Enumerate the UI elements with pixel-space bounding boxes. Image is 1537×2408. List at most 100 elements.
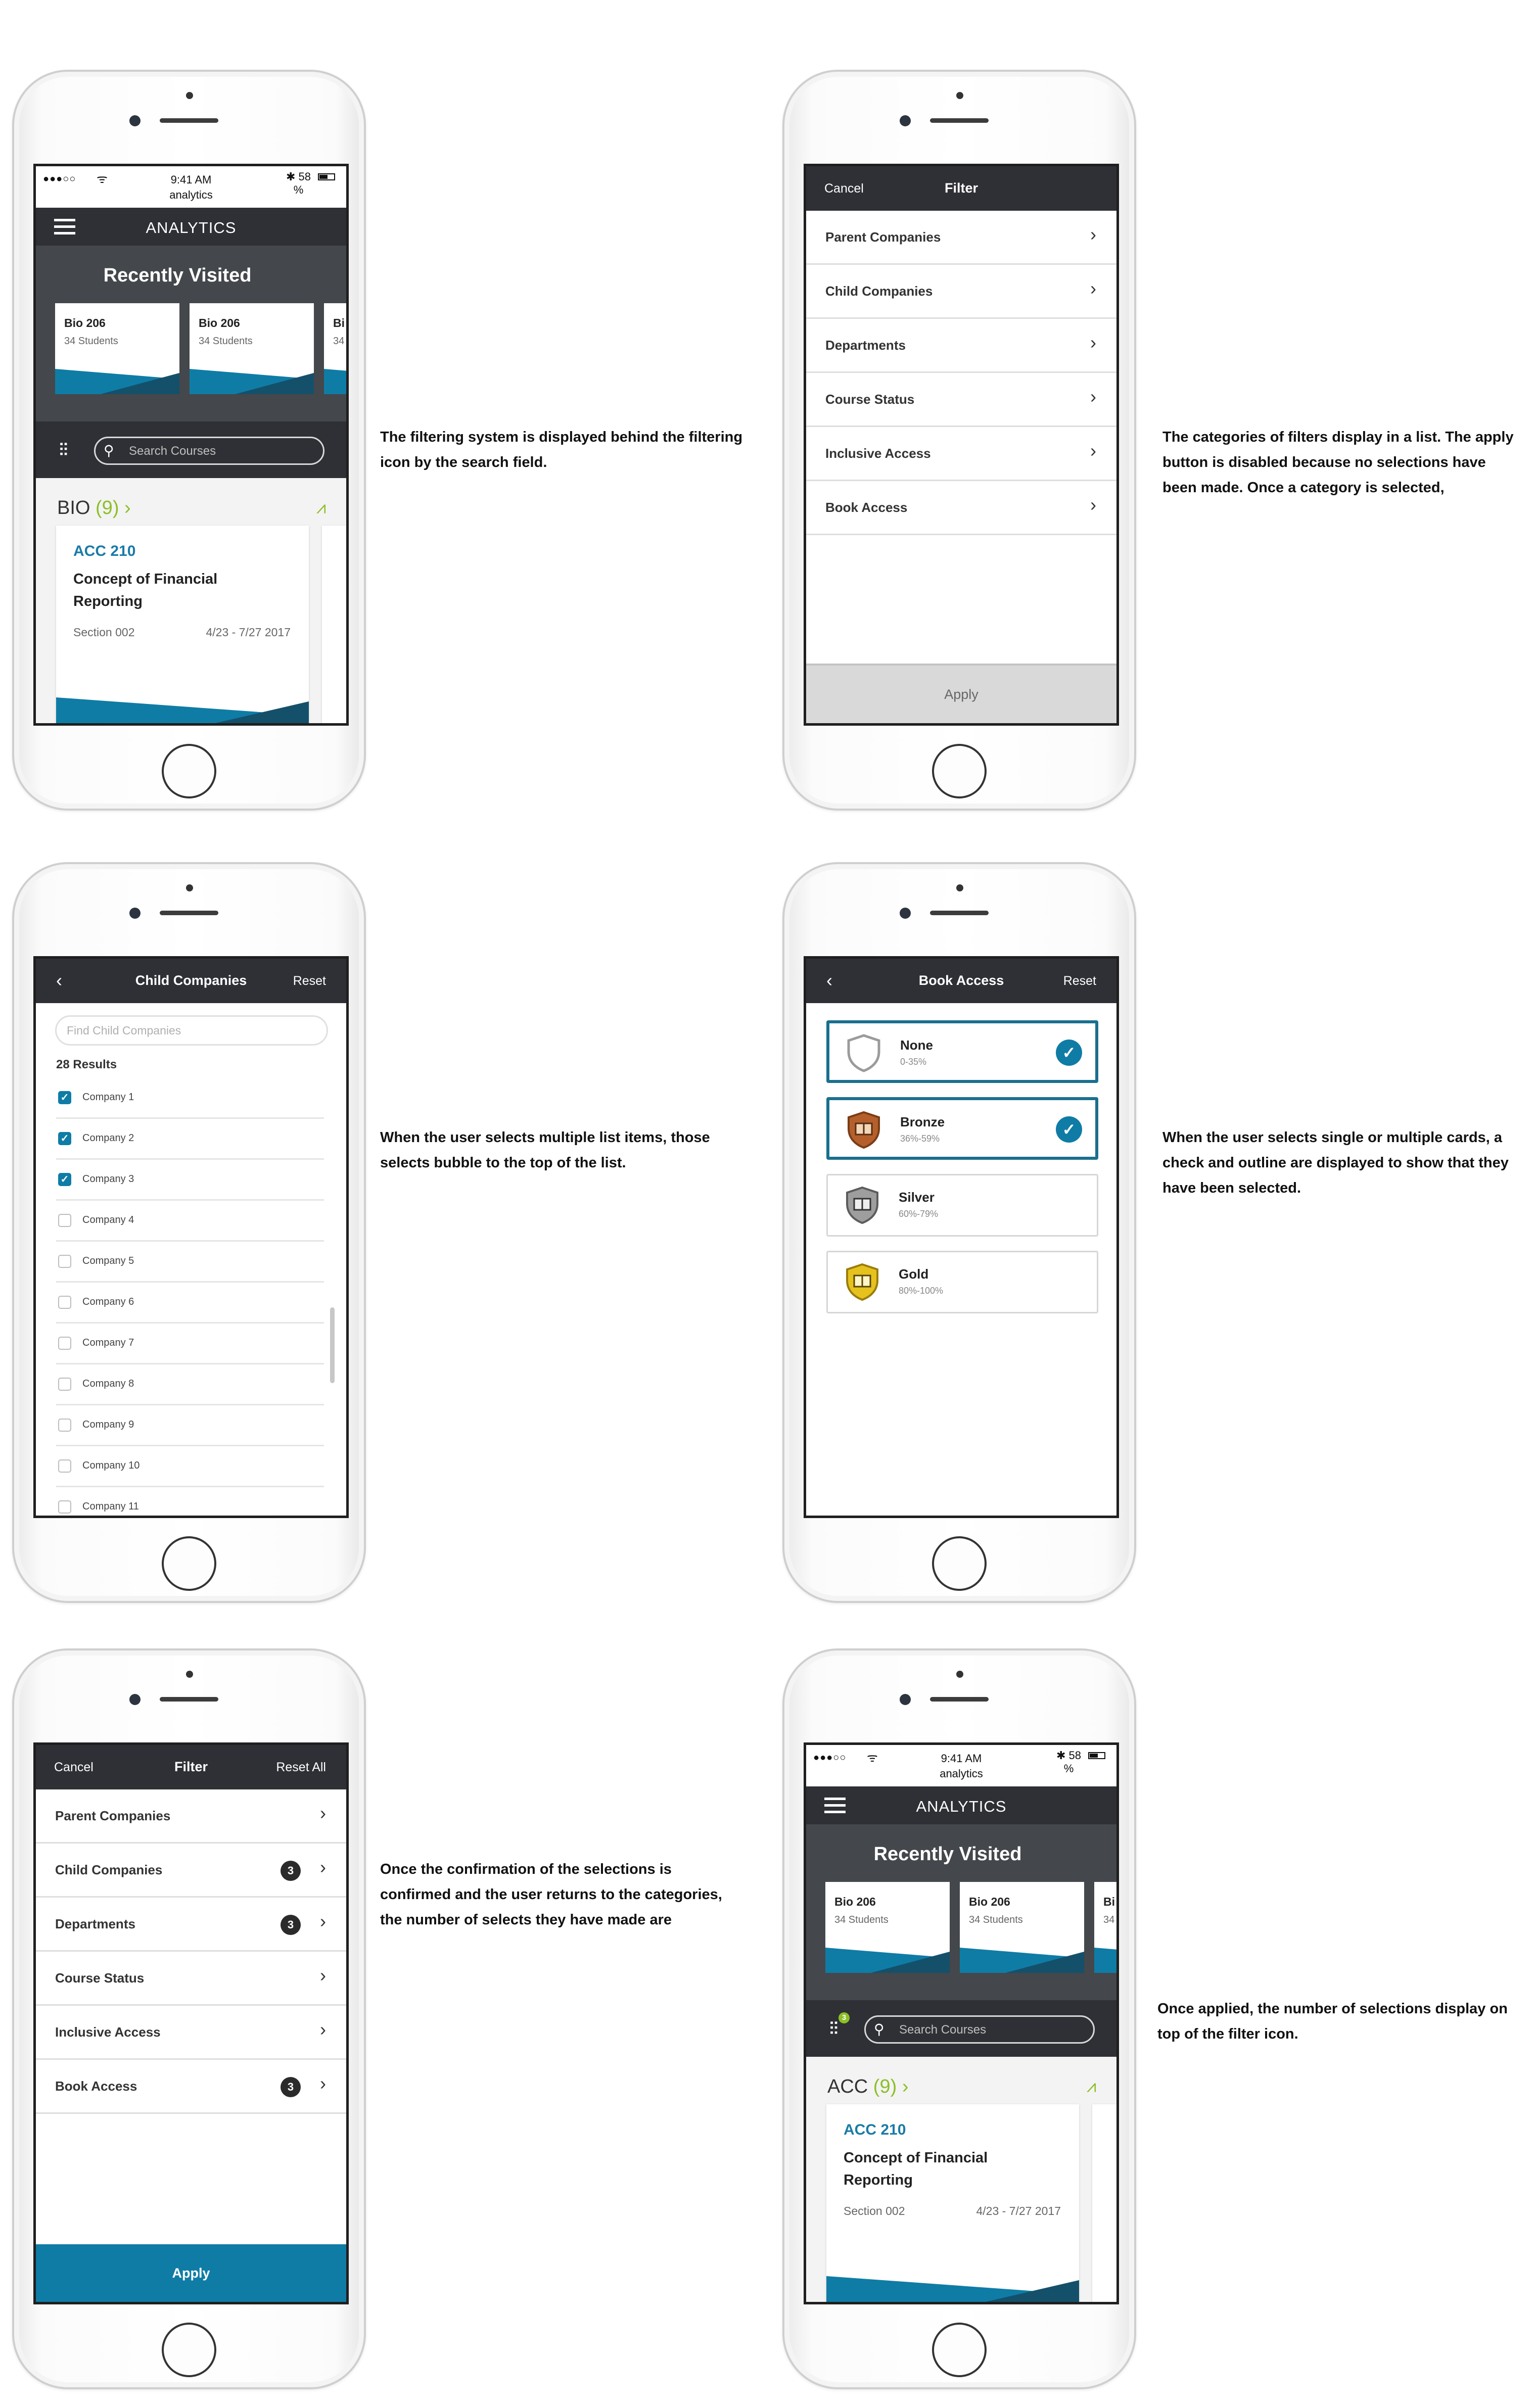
chevron-right-icon: › bbox=[1090, 278, 1096, 299]
company-list-item[interactable]: Company 5 bbox=[56, 1242, 324, 1283]
filter-category-row[interactable]: Child Companies 3 › bbox=[36, 1844, 346, 1898]
search-input[interactable]: ⚲ Search Courses bbox=[864, 2015, 1095, 2044]
company-name: Company 3 bbox=[82, 1173, 134, 1185]
chevron-right-icon: › bbox=[320, 1965, 326, 1986]
filter-category-row[interactable]: Departments 3 › bbox=[36, 1898, 346, 1952]
checkbox-unchecked[interactable] bbox=[58, 1459, 71, 1473]
company-list-item[interactable]: Company 4 bbox=[56, 1201, 324, 1242]
silver-shield-book-icon bbox=[846, 1186, 878, 1224]
checkbox-unchecked[interactable] bbox=[58, 1419, 71, 1432]
list-scrollbar[interactable] bbox=[330, 1307, 335, 1383]
recent-course-card[interactable]: Bio 206 34 Students bbox=[960, 1882, 1084, 1973]
filter-category-label: Course Status bbox=[825, 392, 915, 407]
course-card[interactable]: ACC 210 Concept of Financial Reporting S… bbox=[826, 2104, 1079, 2302]
course-group-label[interactable]: BIO (9) › bbox=[57, 497, 131, 519]
course-group-section: BIO (9) › ⩘ ACC 210 Concept of Financial… bbox=[36, 478, 346, 723]
earpiece-speaker bbox=[930, 1697, 989, 1702]
checkbox-unchecked[interactable] bbox=[58, 1214, 71, 1227]
course-dates: 4/23 - 7/27 2017 bbox=[206, 626, 291, 639]
reset-button[interactable]: Reset bbox=[293, 974, 326, 988]
filter-icon[interactable]: ⫶⫶ bbox=[829, 2019, 838, 2039]
reset-button[interactable]: Reset bbox=[1063, 974, 1096, 988]
checkbox-checked[interactable]: ✓ bbox=[58, 1173, 71, 1186]
course-group-label[interactable]: ACC (9) › bbox=[827, 2076, 908, 2098]
phone-mockup-4: ‹ Book Access Reset None 0-35% ✓ Bronze … bbox=[782, 862, 1136, 1603]
filter-category-label: Book Access bbox=[825, 500, 908, 515]
selection-count-badge: 3 bbox=[281, 1861, 301, 1881]
recent-course-card[interactable]: Bi 34 bbox=[1094, 1882, 1116, 1973]
selection-count-badge: 3 bbox=[281, 2077, 301, 2097]
company-list-item[interactable]: ✓ Company 1 bbox=[56, 1078, 324, 1119]
recently-visited-heading: Recently Visited bbox=[873, 1844, 1022, 1865]
battery-icon bbox=[318, 173, 335, 180]
search-icon: ⚲ bbox=[874, 2021, 884, 2037]
filter-category-row[interactable]: Course Status › bbox=[36, 1952, 346, 2006]
checkbox-unchecked[interactable] bbox=[58, 1500, 71, 1514]
filter-category-row[interactable]: Course Status › bbox=[806, 373, 1116, 427]
book-access-card-bronze[interactable]: Bronze 36%-59% ✓ bbox=[826, 1097, 1098, 1160]
company-list-item[interactable]: ✓ Company 3 bbox=[56, 1160, 324, 1201]
company-name: Company 10 bbox=[82, 1460, 140, 1471]
filter-category-row[interactable]: Inclusive Access › bbox=[36, 2006, 346, 2060]
trend-chart-icon[interactable]: ⩘ bbox=[316, 498, 326, 518]
front-camera bbox=[900, 115, 911, 126]
search-placeholder: Search Courses bbox=[899, 2023, 987, 2037]
apply-button-disabled[interactable]: Apply bbox=[806, 664, 1116, 723]
company-list-item[interactable]: Company 7 bbox=[56, 1324, 324, 1364]
course-card-peek[interactable] bbox=[322, 526, 346, 723]
chevron-right-icon: › bbox=[1090, 332, 1096, 353]
sensor-dot bbox=[186, 92, 193, 99]
filter-category-row[interactable]: Book Access 3 › bbox=[36, 2060, 346, 2114]
filter-category-label: Book Access bbox=[55, 2079, 137, 2094]
checkbox-unchecked[interactable] bbox=[58, 1337, 71, 1350]
apply-button[interactable]: Apply bbox=[36, 2244, 346, 2302]
filter-category-label: Child Companies bbox=[825, 284, 933, 299]
filter-title: Filter bbox=[944, 180, 978, 196]
filter-category-row[interactable]: Child Companies › bbox=[806, 265, 1116, 319]
checkbox-unchecked[interactable] bbox=[58, 1378, 71, 1391]
sensor-dot bbox=[956, 1671, 963, 1678]
search-input[interactable]: ⚲ Search Courses bbox=[94, 437, 324, 465]
checkbox-checked[interactable]: ✓ bbox=[58, 1091, 71, 1104]
filter-category-row[interactable]: Parent Companies › bbox=[806, 211, 1116, 265]
company-list-item[interactable]: Company 8 bbox=[56, 1364, 324, 1405]
course-card-peek[interactable] bbox=[1092, 2104, 1116, 2302]
filter-category-row[interactable]: Inclusive Access › bbox=[806, 427, 1116, 481]
recent-course-card[interactable]: Bio 206 34 Students bbox=[55, 303, 179, 394]
course-card[interactable]: ACC 210 Concept of Financial Reporting S… bbox=[56, 526, 309, 723]
chevron-right-icon: › bbox=[1090, 386, 1096, 407]
company-list-item[interactable]: Company 11 bbox=[56, 1487, 324, 1516]
company-list-item[interactable]: Company 9 bbox=[56, 1405, 324, 1446]
card-wave-graphic bbox=[1094, 1948, 1116, 1973]
recent-course-card[interactable]: Bi 34 bbox=[324, 303, 346, 394]
filter-category-row[interactable]: Book Access › bbox=[806, 481, 1116, 535]
checkbox-checked[interactable]: ✓ bbox=[58, 1132, 71, 1145]
company-list-item[interactable]: ✓ Company 2 bbox=[56, 1119, 324, 1160]
phone-mockup-3: ‹ Child Companies Reset Find Child Compa… bbox=[12, 862, 366, 1603]
book-access-card-gold[interactable]: Gold 80%-100% bbox=[826, 1251, 1098, 1313]
search-icon: ⚲ bbox=[104, 443, 114, 458]
filter-category-row[interactable]: Departments › bbox=[806, 319, 1116, 373]
home-button bbox=[932, 1536, 987, 1591]
checkbox-unchecked[interactable] bbox=[58, 1296, 71, 1309]
course-dates: 4/23 - 7/27 2017 bbox=[976, 2204, 1061, 2217]
company-name: Company 9 bbox=[82, 1419, 134, 1430]
home-button bbox=[162, 2323, 216, 2377]
course-section: Section 002 bbox=[73, 626, 135, 639]
filter-icon[interactable]: ⫶⫶ bbox=[59, 441, 68, 460]
recent-course-card[interactable]: Bio 206 34 Students bbox=[190, 303, 314, 394]
sensor-dot bbox=[186, 1671, 193, 1678]
book-access-card-none[interactable]: None 0-35% ✓ bbox=[826, 1020, 1098, 1083]
trend-chart-icon[interactable]: ⩘ bbox=[1087, 2077, 1096, 2097]
recent-course-name: Bio 206 bbox=[969, 1895, 1010, 1908]
recent-course-card[interactable]: Bio 206 34 Students bbox=[825, 1882, 950, 1973]
checkbox-unchecked[interactable] bbox=[58, 1255, 71, 1268]
filter-category-label: Child Companies bbox=[55, 1862, 163, 1877]
company-list-item[interactable]: Company 10 bbox=[56, 1446, 324, 1487]
book-access-card-silver[interactable]: Silver 60%-79% bbox=[826, 1174, 1098, 1237]
company-list-item[interactable]: Company 6 bbox=[56, 1283, 324, 1324]
reset-all-button[interactable]: Reset All bbox=[276, 1760, 326, 1775]
filter-category-row[interactable]: Parent Companies › bbox=[36, 1789, 346, 1844]
filter-category-label: Inclusive Access bbox=[825, 446, 931, 461]
find-child-companies-input[interactable]: Find Child Companies bbox=[55, 1015, 328, 1046]
